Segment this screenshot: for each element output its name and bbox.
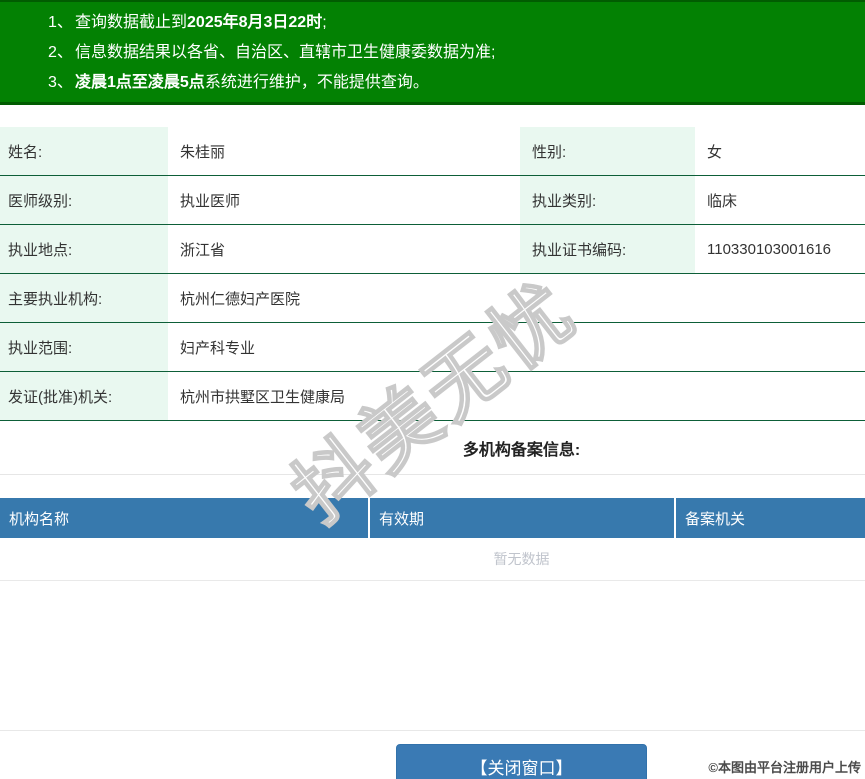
practice-scope-value: 妇产科专业: [180, 339, 256, 357]
notice-line-3: 3、 凌晨1点至凌晨5点系统进行维护，不能提供查询。: [0, 68, 865, 98]
column-header-record-authority: 备案机关: [676, 498, 865, 538]
table-row: 姓名: 朱桂丽 性别: 女: [0, 127, 865, 176]
table-row: 发证(批准)机关: 杭州市拱墅区卫生健康局: [0, 372, 865, 421]
divider: [0, 730, 865, 731]
notice-line-1: 1、 查询数据截止到2025年8月3日22时;: [0, 8, 865, 38]
notice-number: 1、: [48, 14, 73, 31]
page: 1、 查询数据截止到2025年8月3日22时; 2、 信息数据结果以各省、自治区、直…: [0, 0, 865, 779]
table-row: 执业地点: 浙江省 执业证书编码: 110330103001616: [0, 225, 865, 274]
close-window-button[interactable]: 【关闭窗口】: [396, 744, 647, 779]
gender-label: 性别:: [520, 127, 695, 175]
notice-text: ;: [322, 14, 327, 31]
issuing-authority-value: 杭州市拱墅区卫生健康局: [180, 388, 346, 406]
doctor-info-table: 姓名: 朱桂丽 性别: 女 医师级别: 执业医师 执业类别: 临床 执业地点: …: [0, 127, 865, 421]
notice-number: 2、: [48, 44, 73, 61]
notice-text-bold: 凌晨1点至凌晨5点: [75, 74, 205, 91]
notice-number: 3、: [48, 74, 73, 91]
main-organization-label: 主要执业机构:: [0, 274, 168, 322]
name-value: 朱桂丽: [180, 143, 226, 161]
table-row: 医师级别: 执业医师 执业类别: 临床: [0, 176, 865, 225]
notice-text: 系统进行维护，不能提供查询。: [204, 74, 429, 91]
empty-state-text: 暂无数据: [0, 538, 865, 581]
practice-category-value: 临床: [707, 192, 738, 210]
table-row: 执业范围: 妇产科专业: [0, 323, 865, 372]
gender-value: 女: [707, 143, 723, 161]
notice-line-2: 2、 信息数据结果以各省、自治区、直辖市卫生健康委数据为准;: [0, 38, 865, 68]
notice-text: 信息数据结果以各省、自治区、直辖市卫生健康委数据为准;: [75, 44, 496, 61]
notice-text: 查询数据截止到: [75, 14, 188, 31]
doctor-level-label: 医师级别:: [0, 176, 168, 224]
practice-location-label: 执业地点:: [0, 225, 168, 273]
section-title: 多机构备案信息:: [0, 421, 865, 475]
certificate-number-label: 执业证书编码:: [520, 225, 695, 273]
notice-text-bold: 2025年8月3日22时: [187, 14, 323, 31]
name-label: 姓名:: [0, 127, 168, 175]
practice-category-label: 执业类别:: [520, 176, 695, 224]
attribution-text: ©本图由平台注册用户上传: [708, 760, 861, 775]
practice-scope-label: 执业范围:: [0, 323, 168, 371]
notice-banner: 1、 查询数据截止到2025年8月3日22时; 2、 信息数据结果以各省、自治区、直…: [0, 0, 865, 105]
column-header-organization: 机构名称: [0, 498, 368, 538]
issuing-authority-label: 发证(批准)机关:: [0, 372, 168, 420]
doctor-level-value: 执业医师: [180, 192, 241, 210]
record-table-header: 机构名称 有效期 备案机关: [0, 498, 865, 538]
certificate-number-value: 110330103001616: [707, 240, 832, 258]
practice-location-value: 浙江省: [180, 241, 226, 259]
main-organization-value: 杭州仁德妇产医院: [180, 290, 301, 308]
table-row: 主要执业机构: 杭州仁德妇产医院: [0, 274, 865, 323]
column-header-validity: 有效期: [370, 498, 674, 538]
